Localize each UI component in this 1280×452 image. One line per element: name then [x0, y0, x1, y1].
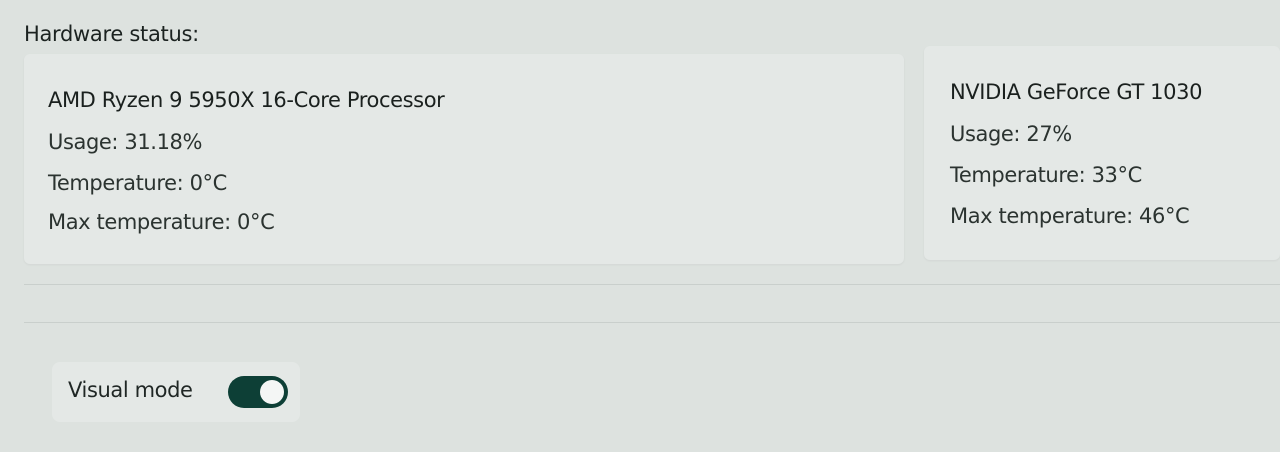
cpu-name: AMD Ryzen 9 5950X 16-Core Processor: [48, 88, 445, 112]
cpu-status-card: AMD Ryzen 9 5950X 16-Core Processor Usag…: [24, 54, 904, 264]
gpu-usage: Usage: 27%: [950, 122, 1072, 146]
hardware-status-title: Hardware status:: [24, 22, 199, 46]
toggle-knob: [260, 380, 284, 404]
cpu-max-temperature: Max temperature: 0°C: [48, 210, 275, 234]
visual-mode-label: Visual mode: [68, 378, 193, 402]
gpu-name: NVIDIA GeForce GT 1030: [950, 80, 1203, 104]
gpu-max-temperature: Max temperature: 46°C: [950, 204, 1190, 228]
gpu-temperature: Temperature: 33°C: [950, 163, 1142, 187]
visual-mode-setting: Visual mode: [52, 362, 300, 422]
cpu-usage: Usage: 31.18%: [48, 130, 203, 154]
divider: [24, 284, 1280, 285]
gpu-status-card: NVIDIA GeForce GT 1030 Usage: 27% Temper…: [924, 46, 1280, 260]
visual-mode-toggle[interactable]: [228, 376, 288, 408]
divider: [24, 322, 1280, 323]
cpu-temperature: Temperature: 0°C: [48, 171, 227, 195]
